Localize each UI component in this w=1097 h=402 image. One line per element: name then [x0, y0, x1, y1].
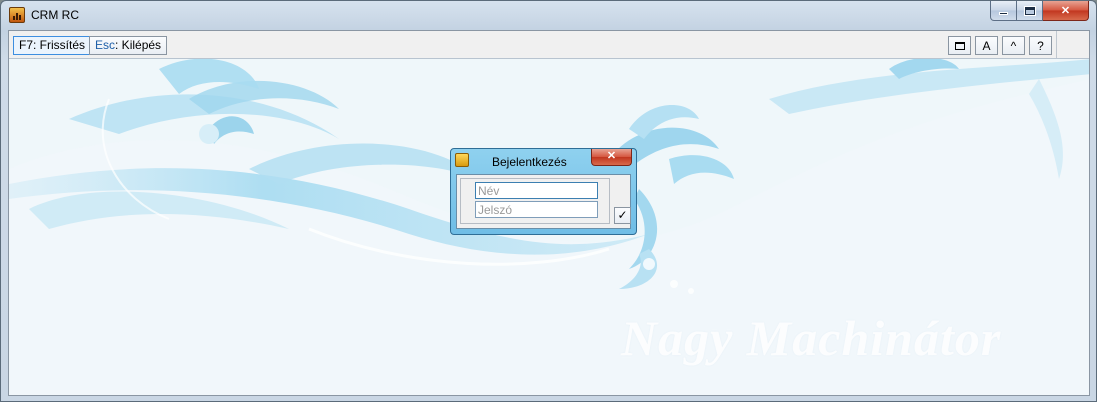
app-icon	[9, 7, 25, 23]
maximize-button[interactable]	[1017, 1, 1043, 21]
refresh-label: : Frissítés	[33, 38, 86, 52]
caption-buttons: ✕	[990, 1, 1089, 21]
exit-label: : Kilépés	[115, 38, 162, 52]
toolbar: F7: Frissítés Esc: Kilépés A ^ ?	[9, 31, 1089, 59]
exit-button[interactable]: Esc: Kilépés	[89, 36, 168, 55]
title-bar[interactable]: CRM RC ✕	[1, 1, 1096, 29]
login-close-button[interactable]: ✕	[591, 149, 632, 166]
close-icon: ✕	[1060, 5, 1071, 17]
window-title: CRM RC	[31, 8, 79, 22]
window-icon	[954, 41, 965, 50]
refresh-button[interactable]: F7: Frissítés	[13, 36, 92, 55]
login-ok-button[interactable]: ✓	[614, 207, 631, 224]
login-icon	[455, 153, 469, 167]
close-icon: ✕	[606, 150, 617, 162]
font-button[interactable]: A	[975, 36, 998, 55]
checkmark-icon: ✓	[617, 208, 628, 222]
login-dialog-body: ✓	[456, 174, 631, 229]
watermark-text: Nagy Machinátor	[621, 310, 1002, 366]
login-dialog: Bejelentkezés ✕ ✓	[450, 148, 637, 235]
username-input[interactable]	[475, 182, 598, 199]
help-button[interactable]: ?	[1029, 36, 1052, 55]
close-button[interactable]: ✕	[1043, 1, 1089, 21]
maximize-icon	[1024, 6, 1035, 15]
minimize-icon	[999, 12, 1008, 15]
up-button[interactable]: ^	[1002, 36, 1025, 55]
toolbar-separator	[1056, 31, 1057, 58]
minimize-button[interactable]	[990, 1, 1017, 21]
credentials-group	[460, 178, 610, 224]
login-dialog-title: Bejelentkezés	[492, 155, 567, 169]
exit-shortcut: Esc	[95, 38, 116, 52]
window-mode-button[interactable]	[948, 36, 971, 55]
password-input[interactable]	[475, 201, 598, 218]
refresh-shortcut: F7	[19, 38, 34, 52]
